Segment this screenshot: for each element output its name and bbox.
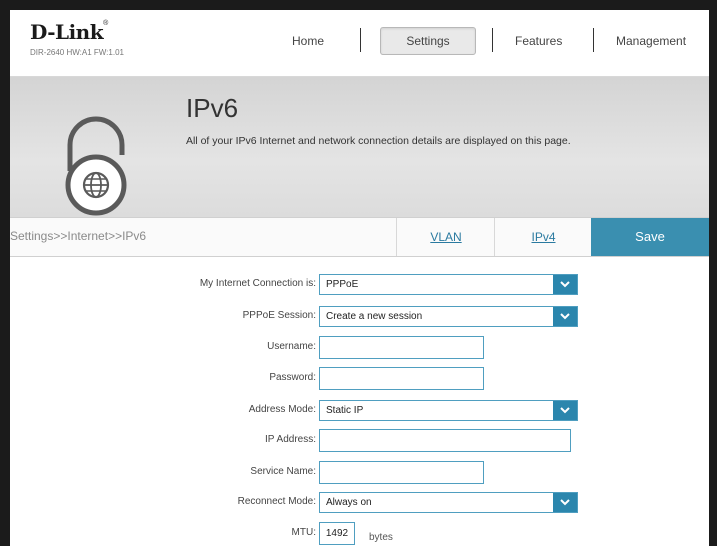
connection-type-value: PPPoE <box>326 279 359 290</box>
ip-address-field[interactable] <box>319 429 571 452</box>
mtu-field[interactable]: 1492 <box>319 522 355 545</box>
tab-ipv4[interactable]: IPv4 <box>494 218 592 256</box>
chevron-down-icon[interactable] <box>553 275 577 294</box>
connection-type-label: My Internet Connection is: <box>199 278 316 289</box>
pppoe-session-select[interactable]: Create a new session <box>319 306 578 327</box>
logo-text: D-Link <box>30 20 104 44</box>
breadcrumb: Settings>>Internet>>IPv6 <box>10 229 147 243</box>
tab-vlan[interactable]: VLAN <box>396 218 495 256</box>
screenshot-frame: D-Link® DIR-2640 HW:A1 FW:1.01 Home Sett… <box>0 0 717 546</box>
pppoe-session-value: Create a new session <box>326 311 423 322</box>
nav-separator <box>593 28 594 52</box>
connection-type-select[interactable]: PPPoE <box>319 274 578 295</box>
password-label: Password: <box>269 372 316 383</box>
nav-separator <box>492 28 493 52</box>
page-description: All of your IPv6 Internet and network co… <box>186 135 571 147</box>
reconnect-mode-label: Reconnect Mode: <box>237 496 316 507</box>
nav-management[interactable]: Management <box>616 34 686 48</box>
ip-address-label: IP Address: <box>265 434 316 445</box>
username-field[interactable] <box>319 336 484 359</box>
reconnect-mode-select[interactable]: Always on <box>319 492 578 513</box>
save-button[interactable]: Save <box>591 218 709 256</box>
address-mode-value: Static IP <box>326 405 364 416</box>
password-field[interactable] <box>319 367 484 390</box>
router-page: D-Link® DIR-2640 HW:A1 FW:1.01 Home Sett… <box>10 10 709 546</box>
nav-settings[interactable]: Settings <box>380 27 476 55</box>
pppoe-session-label: PPPoE Session: <box>242 310 316 321</box>
nav-home[interactable]: Home <box>292 34 324 48</box>
chevron-down-icon[interactable] <box>553 401 577 420</box>
chevron-down-icon[interactable] <box>553 307 577 326</box>
page-title: IPv6 <box>186 93 239 123</box>
dlink-logo: D-Link® <box>30 20 108 44</box>
address-mode-select[interactable]: Static IP <box>319 400 578 421</box>
mtu-unit: bytes <box>369 532 393 543</box>
username-label: Username: <box>267 341 316 352</box>
top-navigation-bar: D-Link® DIR-2640 HW:A1 FW:1.01 Home Sett… <box>10 10 709 77</box>
reconnect-mode-value: Always on <box>326 497 372 508</box>
mtu-label: MTU: <box>291 527 316 538</box>
hardware-info: DIR-2640 HW:A1 FW:1.01 <box>30 48 124 57</box>
nav-features[interactable]: Features <box>515 34 562 48</box>
nav-separator <box>360 28 361 52</box>
page-banner: IPv6 All of your IPv6 Internet and netwo… <box>10 77 709 217</box>
address-mode-label: Address Mode: <box>248 404 316 415</box>
sub-navigation-bar: Settings>>Internet>>IPv6 VLAN IPv4 Save <box>10 217 709 257</box>
service-name-field[interactable] <box>319 461 484 484</box>
chevron-down-icon[interactable] <box>553 493 577 512</box>
service-name-label: Service Name: <box>250 466 316 477</box>
globe-lock-icon <box>50 105 142 217</box>
